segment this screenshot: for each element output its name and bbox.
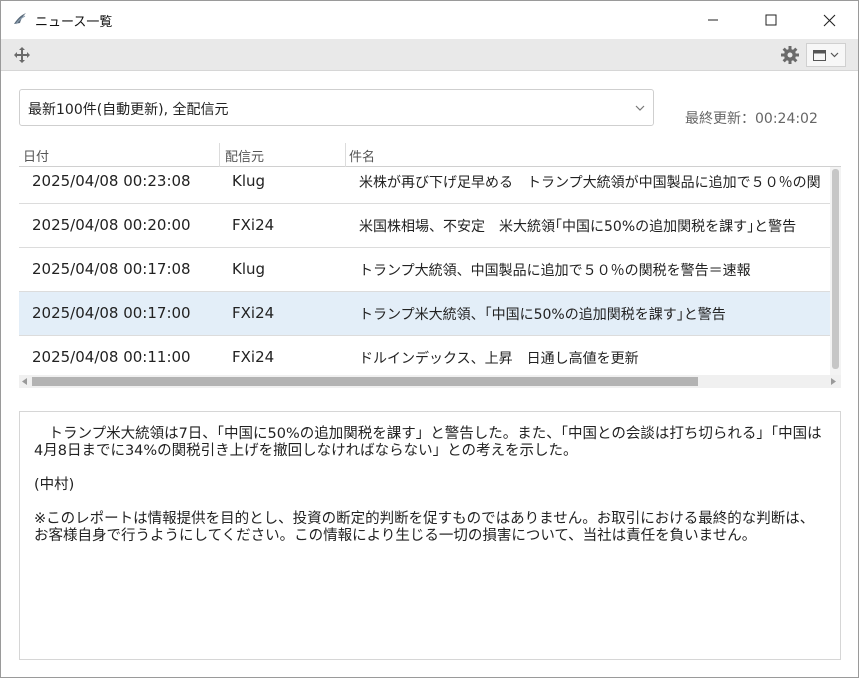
news-article-body: トランプ米大統領は7日、「中国に50%の追加関税を課す」と警告した。また、「中国…: [19, 411, 841, 660]
news-filter-select[interactable]: 最新100件(自動更新), 全配信元: [19, 89, 654, 126]
app-logo-icon: [14, 13, 26, 25]
table-horizontal-scrollbar[interactable]: [19, 375, 841, 388]
gear-icon[interactable]: [780, 45, 800, 65]
column-header-source[interactable]: 配信元: [225, 146, 264, 166]
news-table-header: 日付 配信元 件名: [19, 143, 841, 167]
scroll-left-icon[interactable]: [20, 377, 29, 386]
chevron-down-icon: [635, 105, 645, 111]
news-table-body: 2025/04/08 00:23:08 Klug 米株が再び下げ足早める トラン…: [19, 167, 830, 377]
row-subject: ドルインデックス、上昇 日通し高値を更新: [359, 351, 639, 367]
row-source: FXi24: [232, 216, 275, 234]
article-paragraph: トランプ米大統領は7日、「中国に50%の追加関税を課す」と警告した。また、「中国…: [34, 426, 822, 459]
row-date: 2025/04/08 00:17:00: [32, 304, 191, 322]
chevron-down-icon: [830, 52, 839, 58]
toolbar: [1, 39, 858, 71]
horizontal-scroll-thumb[interactable]: [32, 377, 698, 386]
vertical-scroll-thumb[interactable]: [832, 169, 839, 369]
table-vertical-scrollbar[interactable]: [830, 167, 841, 377]
row-date: 2025/04/08 00:11:00: [32, 348, 191, 366]
row-date: 2025/04/08 00:20:00: [32, 216, 191, 234]
window-title: ニュース一覧: [35, 15, 113, 30]
maximize-icon: [765, 14, 777, 26]
close-icon: [823, 14, 835, 26]
minimize-icon: [708, 19, 718, 21]
filter-selected-value: 最新100件(自動更新), 全配信元: [28, 102, 229, 118]
table-row[interactable]: 2025/04/08 00:20:00 FXi24 米国株相場、不安定 米大統領…: [19, 204, 830, 248]
news-list-window: ニュース一覧 最新100件(自動更新), 全配信元 最終更新：00:24:02 …: [0, 0, 859, 678]
column-divider[interactable]: [345, 143, 346, 167]
table-row[interactable]: 2025/04/08 00:17:08 Klug トランプ大統領、中国製品に追加…: [19, 248, 830, 292]
table-row-selected[interactable]: 2025/04/08 00:17:00 FXi24 トランプ米大統領、｢中国に5…: [19, 292, 830, 336]
row-subject: 米国株相場、不安定 米大統領｢中国に50%の追加関税を課す｣と警告: [359, 219, 797, 235]
column-divider[interactable]: [219, 143, 220, 167]
window-icon: [813, 49, 826, 61]
move-icon[interactable]: [12, 45, 32, 65]
row-source: FXi24: [232, 348, 275, 366]
scroll-right-icon[interactable]: [829, 377, 838, 386]
row-subject: トランプ米大統領、｢中国に50%の追加関税を課す｣と警告: [359, 307, 726, 323]
close-button[interactable]: [800, 1, 858, 39]
article-author: (中村): [34, 477, 75, 493]
table-row[interactable]: 2025/04/08 00:11:00 FXi24 ドルインデックス、上昇 日通…: [19, 336, 830, 377]
title-bar[interactable]: ニュース一覧: [1, 1, 858, 39]
column-header-subject[interactable]: 件名: [349, 146, 375, 166]
row-date: 2025/04/08 00:23:08: [32, 172, 191, 190]
row-date: 2025/04/08 00:17:08: [32, 260, 191, 278]
row-subject: 米株が再び下げ足早める トランプ大統領が中国製品に追加で５０％の関: [359, 175, 821, 191]
window-mode-dropdown[interactable]: [806, 43, 846, 67]
article-disclaimer: ※このレポートは情報提供を目的とし、投資の断定的判断を促すものではありません。お…: [34, 511, 815, 544]
last-updated-label: 最終更新：00:24:02: [685, 111, 818, 127]
minimize-button[interactable]: [684, 1, 742, 39]
maximize-button[interactable]: [742, 1, 800, 39]
table-row[interactable]: 2025/04/08 00:23:08 Klug 米株が再び下げ足早める トラン…: [19, 167, 830, 204]
column-header-date[interactable]: 日付: [23, 146, 49, 166]
row-source: Klug: [232, 172, 266, 190]
row-source: FXi24: [232, 304, 275, 322]
row-subject: トランプ大統領、中国製品に追加で５０％の関税を警告＝速報: [359, 263, 751, 279]
row-source: Klug: [232, 260, 266, 278]
